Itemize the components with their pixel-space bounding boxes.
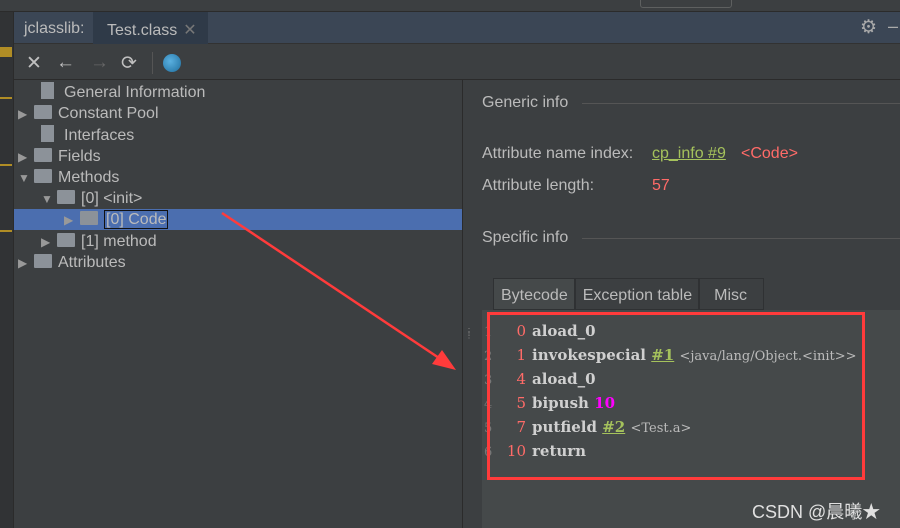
annotation-arrow [221, 211, 456, 370]
watermark: CSDN @晨曦★ [752, 502, 881, 522]
